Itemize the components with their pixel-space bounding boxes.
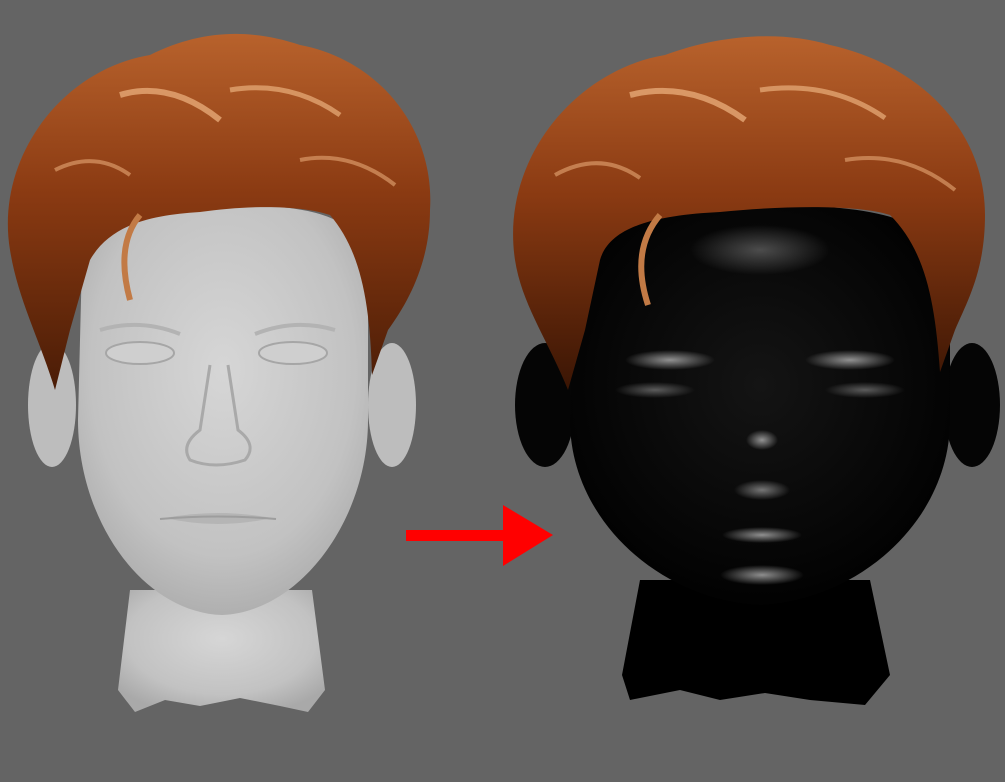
comparison-scene xyxy=(7,33,1000,712)
render-viewport xyxy=(0,0,1005,782)
right-nose-sheen xyxy=(746,430,778,450)
arrow-right-icon xyxy=(406,505,553,566)
left-head-render xyxy=(7,33,431,712)
left-eye-left xyxy=(105,341,175,365)
right-eye-right-sheen xyxy=(805,350,895,370)
right-ear-right xyxy=(944,343,1000,467)
right-cheek-left-sheen xyxy=(615,382,695,398)
left-eye-right xyxy=(258,341,328,365)
right-forehead-sheen xyxy=(690,225,830,275)
right-eye-left-sheen xyxy=(625,350,715,370)
right-chin-sheen xyxy=(720,565,804,585)
right-cheek-right-sheen xyxy=(825,382,905,398)
right-head-render xyxy=(513,36,1000,705)
right-lip-sheen xyxy=(722,527,802,543)
right-nose-bridge-sheen xyxy=(734,480,790,500)
